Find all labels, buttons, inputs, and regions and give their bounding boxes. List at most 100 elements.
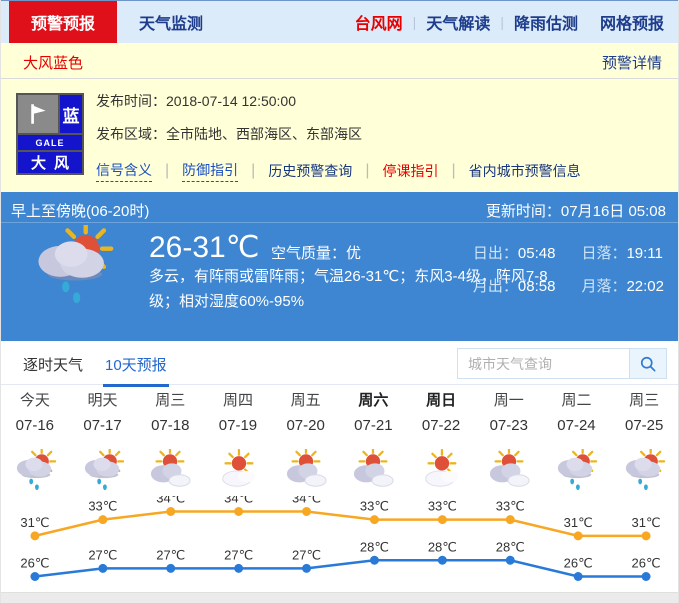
separator: |: [500, 14, 504, 30]
current-panel-header: 早上至傍晚(06-20时) 更新时间：07月16日 05:08: [1, 192, 678, 223]
city-search: [457, 348, 667, 379]
warning-detail-link[interactable]: 预警详情: [602, 52, 662, 73]
sun-moon-value: 05:48: [518, 245, 556, 262]
sun-moon-value: 08:58: [518, 278, 556, 295]
day-name: 周日: [426, 389, 456, 413]
low-temp-label: 28℃: [496, 539, 525, 554]
weather-icon-sunny-cloud: [215, 449, 261, 491]
sun-moon-value: 19:11: [626, 245, 662, 262]
day-name: 今天: [20, 389, 50, 413]
high-temp-point: [302, 507, 311, 516]
warning-link[interactable]: 防御指引: [182, 160, 238, 182]
publish-time-line: 发布时间：2018-07-14 12:50:00: [96, 91, 666, 111]
high-temp-label: 31℃: [632, 515, 661, 530]
high-temp-point: [642, 531, 651, 540]
bottom-scroll-strip[interactable]: [1, 592, 678, 603]
publish-time-label: 发布时间：: [96, 93, 166, 109]
high-temp-point: [438, 515, 447, 524]
low-temp-point: [302, 564, 311, 573]
day-name: 明天: [88, 389, 118, 413]
high-temp-point: [506, 515, 515, 524]
tab-hourly-weather[interactable]: 逐时天气: [23, 354, 83, 375]
forecast-day-column[interactable]: 周三07-18: [136, 389, 204, 491]
high-temp-point: [30, 531, 39, 540]
warning-link[interactable]: 停课指引: [382, 161, 438, 181]
tab-ten-day-forecast[interactable]: 10天预报: [105, 354, 167, 375]
day-name: 周一: [494, 389, 524, 413]
weather-icon-sunny-cloud: [418, 449, 464, 491]
low-temp-label: 28℃: [360, 539, 389, 554]
separator: |: [165, 162, 169, 180]
low-temp-point: [506, 556, 515, 565]
day-name: 周四: [223, 389, 253, 413]
sun-moon-item: 日出：05:48: [473, 242, 556, 263]
temperature-range: 26-31℃: [149, 230, 259, 265]
separator: |: [413, 14, 417, 30]
warning-type-label: 大风: [18, 152, 82, 173]
forecast-day-column[interactable]: 周四07-19: [204, 389, 272, 491]
forecast-day-column[interactable]: 明天07-17: [69, 389, 137, 491]
sun-moon-value: 22:02: [626, 278, 664, 295]
city-search-input[interactable]: [457, 348, 629, 379]
warning-level-label: 蓝: [60, 95, 82, 133]
low-temp-label: 27℃: [88, 547, 117, 562]
forecast-day-column[interactable]: 周日07-22: [407, 389, 475, 491]
sun-moon-label: 月出：: [473, 278, 518, 295]
forecast-day-column[interactable]: 周二07-24: [543, 389, 611, 491]
nav-link[interactable]: 天气解读: [426, 10, 490, 34]
update-time-label: 更新时间：: [486, 203, 561, 220]
high-temp-line: [35, 512, 646, 536]
low-temp-label: 26℃: [564, 556, 593, 571]
forecast-day-column[interactable]: 周三07-25: [610, 389, 678, 491]
day-name: 周三: [155, 389, 185, 413]
low-temp-label: 28℃: [428, 539, 457, 554]
sun-moon-item: 日落：19:11: [581, 242, 664, 263]
low-temp-point: [30, 572, 39, 581]
forecast-day-column[interactable]: 周六07-21: [340, 389, 408, 491]
high-temp-label: 33℃: [428, 499, 457, 514]
day-date: 07-18: [151, 413, 189, 439]
nav-link[interactable]: 台风网: [355, 10, 403, 34]
warning-bar: 大风蓝色 预警详情: [1, 43, 678, 79]
forecast-tab-bar: 逐时天气 10天预报: [1, 341, 678, 385]
warning-link[interactable]: 省内城市预警信息: [469, 161, 581, 181]
high-temp-label: 34℃: [224, 496, 253, 506]
warning-links: 信号含义 | 防御指引 | 历史预警查询 | 停课指引 | 省内城市预警信息: [96, 160, 666, 182]
weather-icon-shower: [621, 449, 667, 491]
tab-weather-monitor[interactable]: 天气监测: [117, 1, 225, 43]
high-temp-label: 31℃: [20, 515, 49, 530]
forecast-day-column[interactable]: 今天07-16: [1, 389, 69, 491]
publish-area-line: 发布区域：全市陆地、西部海区、东部海区: [96, 124, 666, 144]
warning-type-tab[interactable]: 大风蓝色: [23, 52, 83, 73]
low-temp-line: [35, 560, 646, 576]
current-weather-icon-shower: [29, 225, 117, 305]
separator: |: [365, 162, 369, 180]
high-temp-point: [166, 507, 175, 516]
nav-spacer: [225, 1, 355, 43]
flag-icon: [18, 95, 58, 133]
separator: |: [451, 162, 455, 180]
update-time-value: 07月16日 05:08: [561, 203, 666, 220]
weather-icon-cloudy: [147, 449, 193, 491]
gale-blue-warning-badge: 蓝 GALE 大风: [16, 93, 84, 175]
warning-link[interactable]: 历史预警查询: [268, 161, 352, 181]
day-name: 周三: [629, 389, 659, 413]
sun-moon-item: 月出：08:58: [473, 275, 556, 296]
top-nav: 预警预报 天气监测 台风网 | 天气解读 | 降雨估测网格预报: [1, 0, 678, 43]
high-temp-label: 33℃: [496, 499, 525, 514]
current-weather-panel: 早上至傍晚(06-20时) 更新时间：07月16日 05:08 26-31℃ 空…: [1, 192, 678, 341]
tab-warning-forecast[interactable]: 预警预报: [9, 1, 117, 43]
nav-link[interactable]: 网格预报: [600, 10, 664, 34]
warning-link[interactable]: 信号含义: [96, 160, 152, 182]
air-quality-label: 空气质量：: [271, 245, 346, 262]
forecast-day-column[interactable]: 周一07-23: [475, 389, 543, 491]
weather-icon-cloudy: [486, 449, 532, 491]
weather-icon-shower: [80, 449, 126, 491]
forecast-day-column[interactable]: 周五07-20: [272, 389, 340, 491]
sun-moon-item: 月落：22:02: [581, 275, 664, 296]
high-temp-point: [370, 515, 379, 524]
separator: |: [251, 162, 255, 180]
nav-link[interactable]: 降雨估测: [514, 10, 578, 34]
search-button[interactable]: [629, 348, 667, 379]
weather-icon-shower: [12, 449, 58, 491]
